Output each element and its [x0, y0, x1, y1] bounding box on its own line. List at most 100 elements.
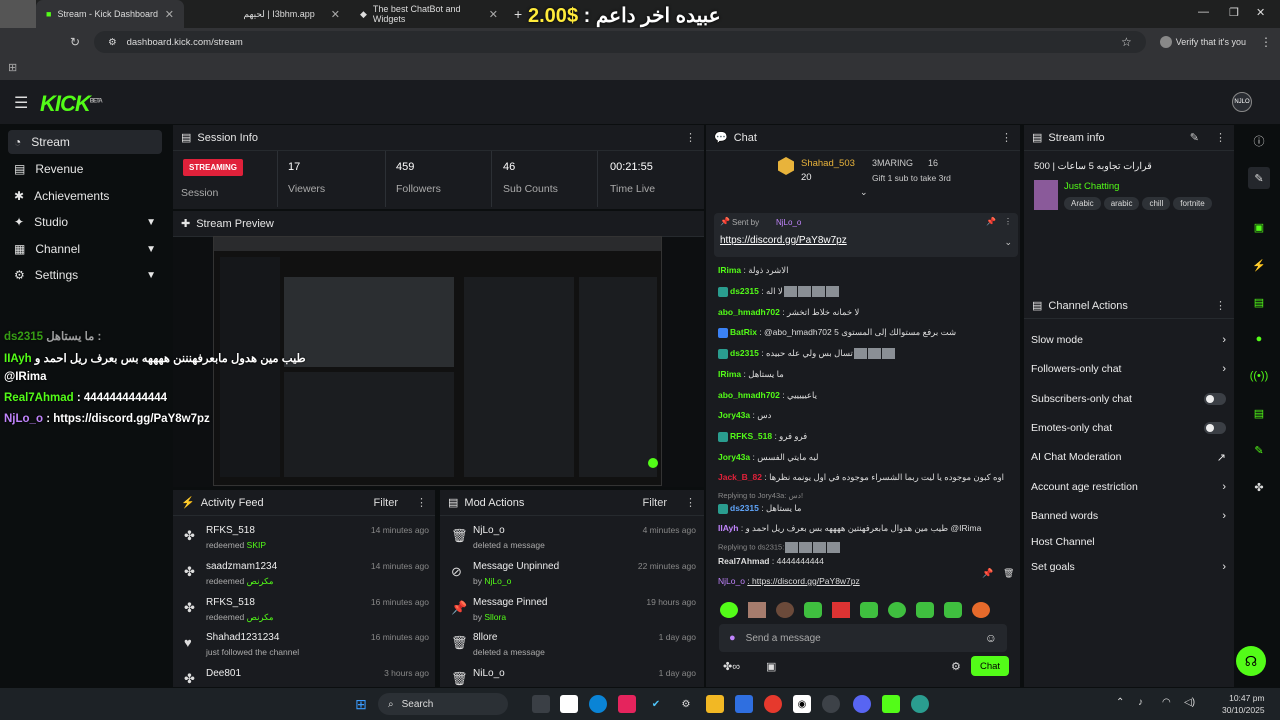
- more-icon[interactable]: ⋮: [1215, 131, 1226, 144]
- chat-message[interactable]: ds2315 : تسال بس ولي عله حبيده: [718, 348, 895, 360]
- list-item[interactable]: 🗑 8llore deleted a message 1 day ago: [448, 629, 696, 663]
- tag[interactable]: Arabic: [1064, 197, 1101, 210]
- tag[interactable]: fortnite: [1173, 197, 1212, 210]
- minimize-icon[interactable]: —: [1198, 6, 1209, 18]
- tab-chatbot[interactable]: ◆ The best ChatBot and Widgets ✕: [350, 0, 508, 28]
- emote-icon[interactable]: [860, 602, 878, 618]
- edit-icon[interactable]: ✎: [1190, 131, 1199, 144]
- filter-button[interactable]: Filter: [374, 497, 398, 509]
- wrench-icon[interactable]: ✎: [1248, 439, 1270, 461]
- chat-icon[interactable]: ●: [1248, 328, 1270, 350]
- profile-verify[interactable]: Verify that it's you: [1159, 36, 1246, 48]
- emote-icon[interactable]: [888, 602, 906, 618]
- app-icon[interactable]: [735, 695, 753, 713]
- tray-chevron-icon[interactable]: ⌃: [1116, 697, 1124, 708]
- chat-message[interactable]: IIAyh : طيب مين هدوال مابعرفهنتين ههههه …: [718, 523, 981, 534]
- list-item[interactable]: 📌 Message Pinned by Sllora 19 hours ago: [448, 594, 696, 628]
- chat-settings-icon[interactable]: ⚙: [951, 660, 961, 673]
- infinity-icon[interactable]: ✤∞: [723, 660, 740, 673]
- banned-words-action[interactable]: Banned words ›: [1031, 506, 1226, 526]
- app-icon[interactable]: [911, 695, 929, 713]
- chat-input[interactable]: ● Send a message ☺: [719, 624, 1007, 652]
- close-icon[interactable]: ✕: [331, 8, 340, 21]
- emote-icon[interactable]: [804, 602, 822, 618]
- tab-kick-dashboard[interactable]: ■ Stream - Kick Dashboard ✕: [36, 0, 184, 28]
- filter-button[interactable]: Filter: [643, 497, 667, 509]
- apps-icon[interactable]: ✤: [1248, 476, 1270, 498]
- sidebar-item-channel[interactable]: ▦ Channel ▼: [8, 237, 162, 261]
- new-tab-icon[interactable]: +: [514, 6, 522, 22]
- more-icon[interactable]: ⋮: [1215, 299, 1226, 312]
- delete-message-icon[interactable]: 🗑: [1003, 568, 1014, 579]
- bolt-icon[interactable]: ⚡: [1248, 254, 1270, 276]
- apps-grid-icon[interactable]: ⊞: [8, 61, 17, 74]
- close-window-icon[interactable]: ✕: [1256, 6, 1265, 19]
- app-icon[interactable]: ◉: [793, 695, 811, 713]
- kick-app-icon[interactable]: [882, 695, 900, 713]
- chat-message[interactable]: IRima : الاشرد ذولة: [718, 265, 788, 276]
- document-icon[interactable]: ▤: [1248, 291, 1270, 313]
- list-icon[interactable]: ▤: [1248, 402, 1270, 424]
- explorer-icon[interactable]: [706, 695, 724, 713]
- toggle[interactable]: [1204, 422, 1226, 434]
- list-item[interactable]: ✤ RFKS_518 redeemed مكرنص 16 minutes ago: [181, 594, 429, 628]
- more-icon[interactable]: ⋮: [685, 496, 696, 509]
- chat-message[interactable]: IRima : ما يستاهل: [718, 369, 784, 380]
- ai-moderation-action[interactable]: AI Chat Moderation ↗: [1031, 447, 1226, 467]
- more-icon[interactable]: ⋮: [685, 131, 696, 144]
- site-info-icon[interactable]: ⚙: [108, 37, 117, 48]
- chat-message[interactable]: Jory43a : ليه مايتي الفسس: [718, 452, 819, 463]
- category-thumbnail[interactable]: [1034, 180, 1058, 210]
- subscribers-only-action[interactable]: Subscribers-only chat: [1031, 389, 1226, 409]
- toggle[interactable]: [1204, 393, 1226, 405]
- chat-message[interactable]: ds2315 : ما يستاهل: [718, 503, 801, 514]
- followers-only-action[interactable]: Followers-only chat ›: [1031, 359, 1226, 379]
- unpin-icon[interactable]: 📌: [986, 217, 996, 226]
- kick-logo[interactable]: KICKBETA: [40, 91, 103, 117]
- chevron-down-icon[interactable]: ⌄: [1004, 237, 1012, 248]
- chat-message[interactable]: RFKS_518 : فرو فرو: [718, 431, 807, 442]
- settings-icon[interactable]: ⚙: [677, 695, 695, 713]
- list-item[interactable]: 🗑 NjLo_o deleted a message 4 minutes ago: [448, 522, 696, 556]
- chrome-icon[interactable]: [764, 695, 782, 713]
- list-item[interactable]: ✤ RFKS_518 redeemed SKIP 14 minutes ago: [181, 522, 429, 556]
- chrome-active-icon[interactable]: [822, 695, 840, 713]
- more-icon[interactable]: ⋮: [416, 496, 427, 509]
- emote-icon[interactable]: [916, 602, 934, 618]
- pinned-link[interactable]: https://discord.gg/PaY8w7pz: [720, 235, 847, 246]
- file-icon[interactable]: [560, 695, 578, 713]
- list-item[interactable]: 🗑 NiLo_o 1 day ago: [448, 665, 696, 686]
- pinned-message[interactable]: 📌 Sent by NjLo_o https://discord.gg/PaY8…: [714, 213, 1018, 257]
- clock[interactable]: 10:47 pm 30/10/2025: [1222, 692, 1265, 716]
- emote-icon[interactable]: [748, 602, 766, 618]
- app-icon[interactable]: ✔: [647, 695, 665, 713]
- chat-message[interactable]: BatRix : @abo_hmadh702 شت برفع مستوالك إ…: [718, 327, 956, 338]
- emotes-only-action[interactable]: Emotes-only chat: [1031, 418, 1226, 438]
- chat-message[interactable]: Jory43a : دس: [718, 410, 771, 421]
- taskbar-search[interactable]: ⌕ Search: [378, 693, 508, 715]
- sidebar-item-revenue[interactable]: ▤ Revenue: [8, 157, 162, 181]
- user-avatar[interactable]: NJLO: [1232, 92, 1252, 112]
- more-icon[interactable]: ⋮: [1001, 131, 1012, 144]
- list-item[interactable]: ⊘ Message Unpinned by NjLo_o 22 minutes ago: [448, 558, 696, 592]
- focus-icon[interactable]: ▣: [1248, 216, 1270, 238]
- close-icon[interactable]: ✕: [165, 8, 174, 21]
- close-icon[interactable]: ✕: [489, 8, 498, 21]
- tag[interactable]: arabic: [1103, 197, 1140, 210]
- tag[interactable]: chill: [1142, 197, 1171, 210]
- chevron-down-icon[interactable]: ⌄: [860, 187, 868, 198]
- emote-icon[interactable]: [720, 602, 738, 618]
- list-item[interactable]: ✤ saadzmam1234 redeemed مكرنص 14 minutes ag…: [181, 558, 429, 592]
- more-menu-icon[interactable]: ⋮: [1260, 35, 1272, 49]
- sidebar-item-studio[interactable]: ✦ Studio ▼: [8, 210, 162, 234]
- chat-message[interactable]: abo_hmadh702 : لا خمانه خلاط اتخشر: [718, 307, 859, 318]
- emoji-icon[interactable]: ☺: [985, 631, 997, 645]
- chat-message[interactable]: Real7Ahmad : 4444444444: [718, 556, 824, 566]
- sidebar-item-stream[interactable]: ◔ Stream: [8, 130, 162, 154]
- emote-icon[interactable]: [776, 602, 794, 618]
- edit-layout-icon[interactable]: ✎: [1248, 167, 1270, 189]
- list-item[interactable]: ✤ Dee801 3 hours ago: [181, 665, 429, 686]
- chat-message[interactable]: Jack_B_82 : اوه كبون موجوده يا ليت ربما …: [718, 472, 1004, 483]
- bookmark-star-icon[interactable]: ☆: [1121, 35, 1132, 49]
- hamburger-menu-icon[interactable]: ☰: [14, 93, 28, 113]
